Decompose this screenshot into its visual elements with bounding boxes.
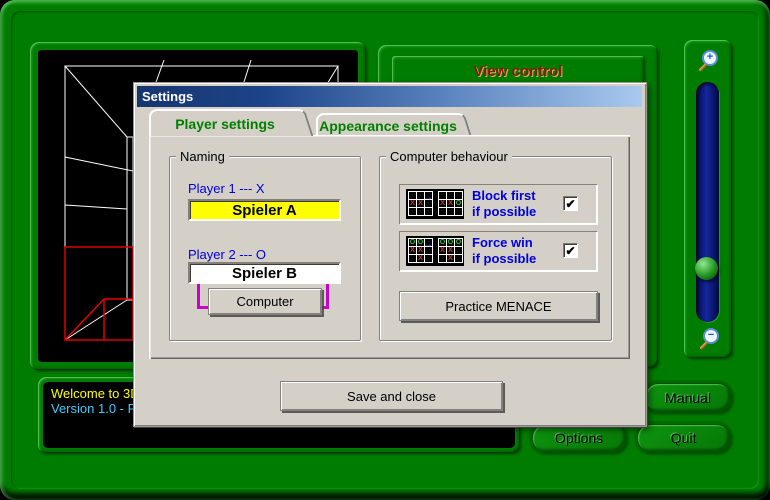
grid-cell xyxy=(439,192,446,199)
force-win-demo-icon: OOXXX OOOXXX xyxy=(406,236,464,266)
behaviour-group-legend: Computer behaviour xyxy=(386,149,512,164)
save-and-close-button[interactable]: Save and close xyxy=(280,381,503,411)
grid-cell xyxy=(425,255,432,262)
force-win-line2: if possible xyxy=(472,251,537,266)
settings-dialog: Settings Player settings Appearance sett… xyxy=(133,82,647,427)
grid-cell: X xyxy=(417,255,424,262)
arrow-icon: → xyxy=(423,239,433,250)
manual-button-label: Manual xyxy=(665,389,711,406)
grid-cell: O xyxy=(455,200,462,207)
grid-cell xyxy=(439,255,446,262)
zoom-slider-knob[interactable] xyxy=(695,257,718,280)
quit-button[interactable]: Quit xyxy=(637,424,730,452)
block-first-line2: if possible xyxy=(472,204,537,219)
player2-name-input[interactable] xyxy=(188,262,341,284)
block-first-row: XX XXO → Block first if possible ✔ xyxy=(399,184,597,224)
save-and-close-label: Save and close xyxy=(347,388,436,404)
grid-cell xyxy=(425,208,432,215)
grid-cell xyxy=(447,208,454,215)
grid-after-icon: OOOXXX xyxy=(438,238,463,263)
grid-cell xyxy=(455,208,462,215)
block-first-checkbox[interactable]: ✔ xyxy=(563,196,578,211)
view-control-label: View control xyxy=(473,62,563,80)
grid-cell: X xyxy=(439,247,446,254)
grid-cell: X xyxy=(447,247,454,254)
grid-cell xyxy=(455,192,462,199)
grid-cell xyxy=(455,255,462,262)
options-button[interactable]: Options xyxy=(532,424,626,452)
dialog-title: Settings xyxy=(142,89,194,104)
tab-appearance-settings-label: Appearance settings xyxy=(319,117,457,134)
tab-player-settings-label: Player settings xyxy=(175,115,275,132)
options-button-label: Options xyxy=(554,430,604,446)
player1-label: Player 1 --- X xyxy=(188,181,265,196)
tab-player-settings[interactable]: Player settings xyxy=(149,109,299,136)
force-win-label: Force win if possible xyxy=(472,235,536,267)
magnifier-handle xyxy=(698,62,708,73)
grid-cell xyxy=(417,208,424,215)
grid-after-icon: XXO xyxy=(438,191,463,216)
zoom-slider-panel: + − xyxy=(684,40,732,358)
grid-cell: X xyxy=(447,200,454,207)
player1-name-input[interactable] xyxy=(188,199,341,221)
computer-behaviour-group: Computer behaviour XX XXO → Block first … xyxy=(379,149,612,341)
zoom-in-icon[interactable]: + xyxy=(698,50,718,73)
grid-cell xyxy=(455,247,462,254)
grid-cell: O xyxy=(439,239,446,246)
computer-button[interactable]: Computer xyxy=(208,288,322,315)
grid-cell: X xyxy=(409,200,416,207)
grid-cell xyxy=(447,192,454,199)
grid-cell xyxy=(409,255,416,262)
force-win-checkbox[interactable]: ✔ xyxy=(563,243,578,258)
block-first-line1: Block first xyxy=(472,188,536,203)
dialog-title-bar[interactable]: Settings xyxy=(137,86,642,107)
practice-menace-button[interactable]: Practice MENACE xyxy=(399,291,598,321)
grid-cell xyxy=(409,192,416,199)
manual-button[interactable]: Manual xyxy=(645,383,731,412)
force-win-line1: Force win xyxy=(472,235,533,250)
grid-cell xyxy=(439,208,446,215)
grid-cell: O xyxy=(455,239,462,246)
practice-menace-label: Practice MENACE xyxy=(445,298,552,314)
computer-button-label: Computer xyxy=(236,294,294,309)
grid-cell: X xyxy=(409,247,416,254)
tab-appearance-settings[interactable]: Appearance settings xyxy=(316,113,458,136)
naming-group: Naming Player 1 --- X Player 2 --- O Com… xyxy=(169,149,361,341)
block-first-demo-icon: XX XXO xyxy=(406,189,464,219)
naming-group-legend: Naming xyxy=(176,149,229,164)
player2-label: Player 2 --- O xyxy=(188,247,267,262)
zoom-out-icon[interactable]: − xyxy=(699,328,719,351)
magnifier-handle xyxy=(699,340,709,351)
grid-cell: X xyxy=(447,255,454,262)
grid-cell: O xyxy=(447,239,454,246)
grid-cell: O xyxy=(409,239,416,246)
block-first-label: Block first if possible xyxy=(472,188,536,220)
arrow-icon: → xyxy=(423,192,433,203)
zoom-slider-track[interactable] xyxy=(696,82,719,322)
force-win-row: OOXXX OOOXXX → Force win if possible ✔ xyxy=(399,231,597,271)
grid-cell xyxy=(409,208,416,215)
app-screen: View control + − Welcome to 3D Version 1… xyxy=(0,0,770,500)
grid-cell: X xyxy=(439,200,446,207)
quit-button-label: Quit xyxy=(670,430,697,446)
